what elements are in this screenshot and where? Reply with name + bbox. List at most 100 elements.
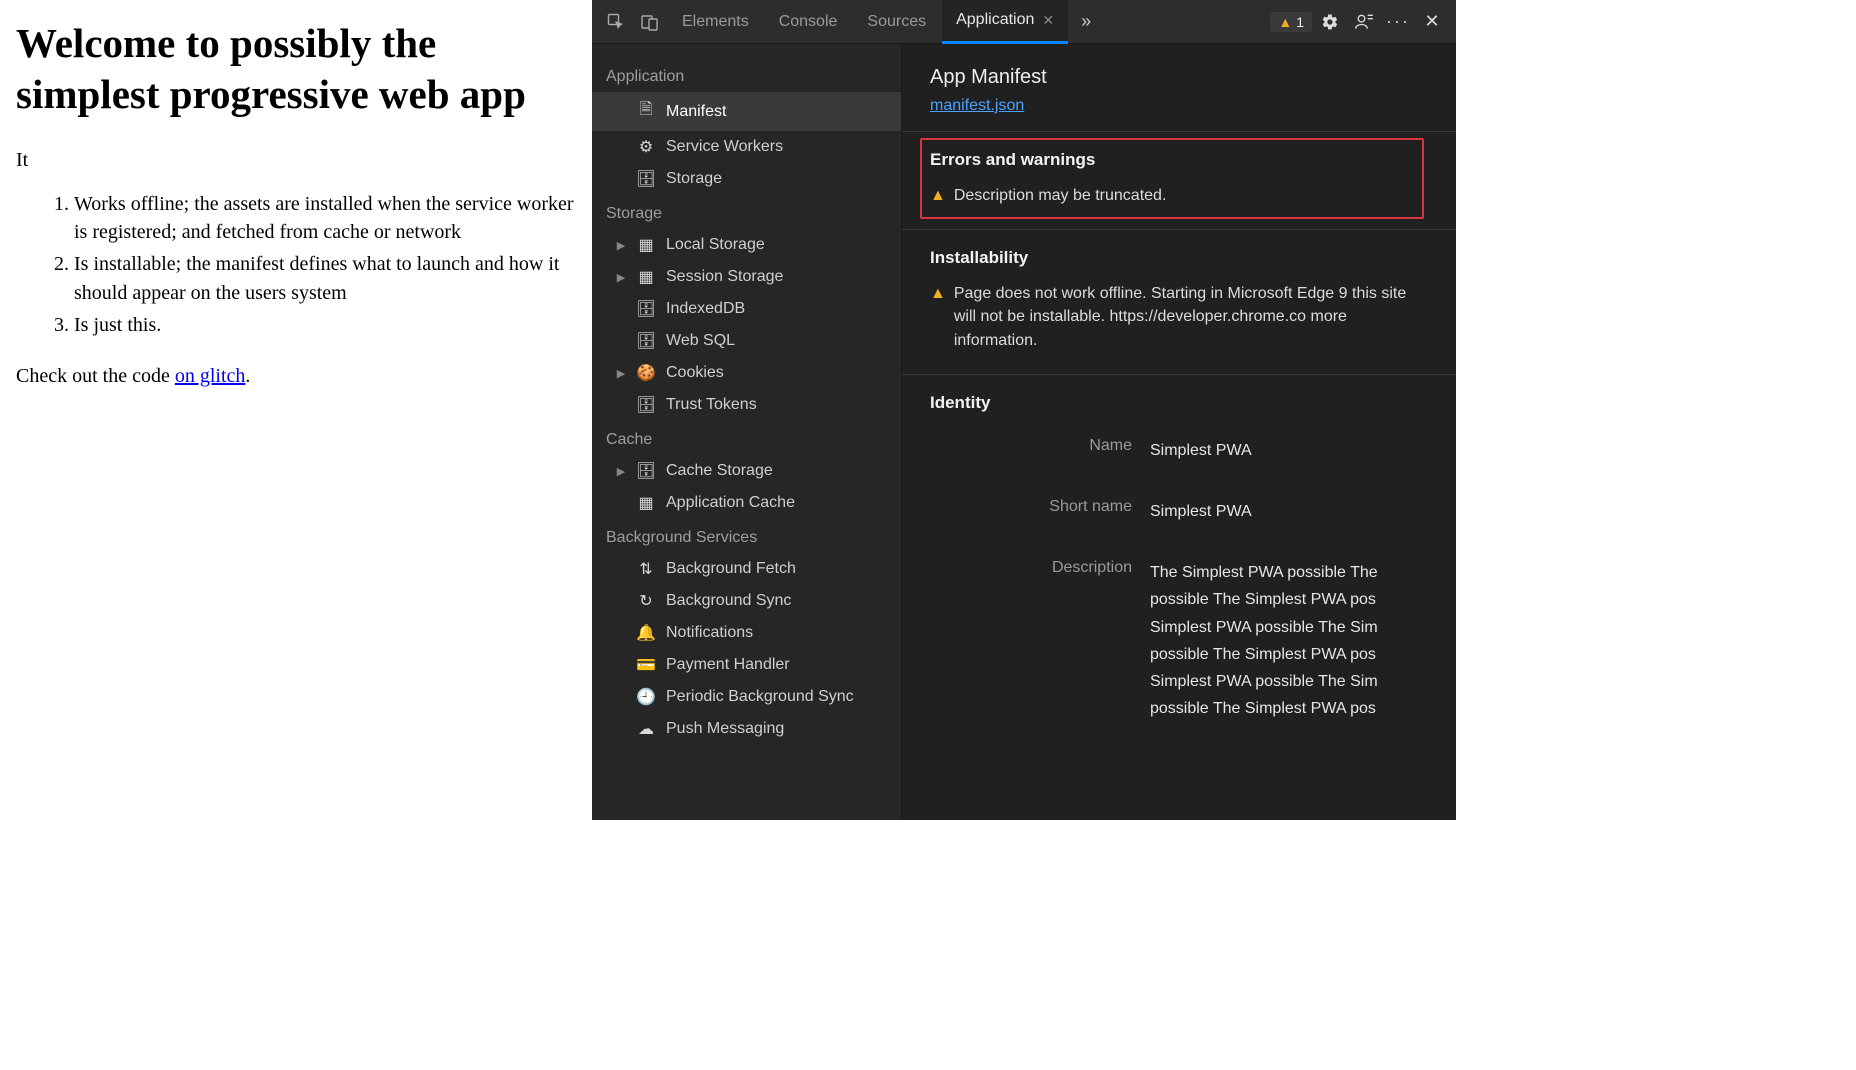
- sidebar-item-notifications[interactable]: 🔔 Notifications: [592, 617, 901, 649]
- section-heading-errors: Errors and warnings: [930, 150, 1428, 170]
- identity-value: Simplest PWA: [1150, 498, 1428, 525]
- cookie-icon: 🍪: [636, 363, 656, 383]
- tab-console[interactable]: Console: [765, 0, 852, 44]
- manifest-detail-pane: App Manifest manifest.json Errors and wa…: [902, 44, 1456, 820]
- sidebar-item-label: Session Storage: [666, 268, 783, 286]
- installability-section: Installability ▲ Page does not work offl…: [902, 229, 1456, 374]
- sidebar-item-label: Service Workers: [666, 138, 783, 156]
- tab-sources[interactable]: Sources: [853, 0, 940, 44]
- sidebar-section-cache: Cache: [592, 421, 901, 455]
- devtools-panel: Elements Console Sources Application ✕ »…: [592, 0, 1456, 820]
- sidebar-item-label: IndexedDB: [666, 300, 745, 318]
- sidebar-item-cookies[interactable]: ▶🍪Cookies: [592, 357, 901, 389]
- issues-count: 1: [1296, 14, 1304, 30]
- sidebar-item-periodic-bg-sync[interactable]: 🕘 Periodic Background Sync: [592, 681, 901, 713]
- close-devtools-icon[interactable]: ✕: [1416, 6, 1448, 38]
- sidebar-item-label: Local Storage: [666, 236, 765, 254]
- transfer-icon: ⇅: [636, 559, 656, 579]
- list-item: Is installable; the manifest defines wha…: [74, 250, 576, 307]
- sidebar-section-application: Application: [592, 58, 901, 92]
- identity-key: Description: [930, 559, 1150, 722]
- chevron-right-icon: ▶: [616, 367, 626, 380]
- sidebar-item-cache-storage[interactable]: ▶ 🗄 Cache Storage: [592, 455, 901, 487]
- tab-elements[interactable]: Elements: [668, 0, 763, 44]
- sidebar-item-label: Periodic Background Sync: [666, 688, 854, 706]
- sidebar-item-label: Notifications: [666, 624, 753, 642]
- warning-message: Description may be truncated.: [954, 184, 1167, 207]
- sidebar-section-storage: Storage: [592, 195, 901, 229]
- sidebar-item-label: Background Sync: [666, 592, 791, 610]
- identity-row-description: Description The Simplest PWA possible Th…: [930, 549, 1428, 746]
- sidebar-item-label: Push Messaging: [666, 720, 784, 738]
- sidebar-item-label: Cache Storage: [666, 462, 773, 480]
- page-footer: Check out the code on glitch.: [16, 365, 576, 388]
- cloud-icon: ☁: [636, 719, 656, 739]
- section-heading-installability: Installability: [930, 248, 1428, 268]
- more-tabs-icon[interactable]: »: [1070, 6, 1102, 38]
- issues-badge[interactable]: ▲ 1: [1270, 12, 1312, 32]
- sidebar-item-websql[interactable]: 🗄 Web SQL: [592, 325, 901, 357]
- close-icon[interactable]: ✕: [1042, 12, 1054, 29]
- identity-row-shortname: Short name Simplest PWA: [930, 488, 1428, 549]
- pane-title: App Manifest: [902, 44, 1456, 97]
- sidebar-item-session-storage[interactable]: ▶ ▦ Session Storage: [592, 261, 901, 293]
- footer-text: Check out the code: [16, 365, 175, 387]
- bell-icon: 🔔: [636, 623, 656, 643]
- identity-row-name: Name Simplest PWA: [930, 427, 1428, 488]
- identity-section: Identity Name Simplest PWA Short name Si…: [902, 374, 1456, 769]
- database-icon: 🗄: [636, 331, 656, 351]
- warning-icon: ▲: [1278, 14, 1292, 30]
- identity-key: Name: [930, 437, 1150, 464]
- sidebar-item-label: Background Fetch: [666, 560, 796, 578]
- sidebar-item-trust-tokens[interactable]: 🗄Trust Tokens: [592, 389, 901, 421]
- warning-icon: ▲: [930, 282, 946, 305]
- chevron-right-icon: ▶: [616, 465, 626, 478]
- application-sidebar: Application 🗎 Manifest ⚙ Service Workers 🗄…: [592, 44, 902, 820]
- database-icon: 🗄: [636, 461, 656, 481]
- sidebar-item-push-messaging[interactable]: ☁ Push Messaging: [592, 713, 901, 745]
- manifest-json-link[interactable]: manifest.json: [930, 97, 1024, 115]
- database-icon: 🗄: [636, 299, 656, 319]
- identity-key: Short name: [930, 498, 1150, 525]
- devtools-tabstrip: Elements Console Sources Application ✕ »…: [592, 0, 1456, 44]
- list-item: Works offline; the assets are installed …: [74, 190, 576, 247]
- sidebar-item-label: Manifest: [666, 103, 726, 121]
- tab-application[interactable]: Application ✕: [942, 0, 1068, 44]
- more-menu-icon[interactable]: ···: [1382, 6, 1414, 38]
- clock-icon: 🕘: [636, 687, 656, 707]
- sidebar-item-application-cache[interactable]: ▦Application Cache: [592, 487, 901, 519]
- sidebar-item-local-storage[interactable]: ▶▦Local Storage: [592, 229, 901, 261]
- sidebar-item-manifest[interactable]: 🗎 Manifest: [592, 92, 901, 131]
- web-page-content: Welcome to possibly the simplest progres…: [0, 0, 592, 820]
- sidebar-item-label: Payment Handler: [666, 656, 790, 674]
- sidebar-item-storage[interactable]: 🗄Storage: [592, 163, 901, 195]
- sidebar-item-background-fetch[interactable]: ⇅ Background Fetch: [592, 553, 901, 585]
- sidebar-item-service-workers[interactable]: ⚙ Service Workers: [592, 131, 901, 163]
- sidebar-section-background-services: Background Services: [592, 519, 901, 553]
- database-icon: 🗄: [636, 395, 656, 415]
- credit-card-icon: 💳: [636, 655, 656, 675]
- document-icon: 🗎: [636, 98, 656, 125]
- list-item: Is just this.: [74, 311, 576, 339]
- inspect-element-icon[interactable]: [600, 6, 632, 38]
- grid-icon: ▦: [636, 267, 656, 287]
- sidebar-item-label: Web SQL: [666, 332, 735, 350]
- sidebar-item-indexeddb[interactable]: 🗄 IndexedDB: [592, 293, 901, 325]
- chevron-right-icon: ▶: [616, 271, 626, 284]
- glitch-link[interactable]: on glitch: [175, 365, 246, 387]
- installability-message: Page does not work offline. Starting in …: [954, 282, 1428, 352]
- device-toolbar-icon[interactable]: [634, 6, 666, 38]
- section-heading-identity: Identity: [930, 393, 1428, 413]
- gear-icon: ⚙: [636, 137, 656, 157]
- identity-value: Simplest PWA: [1150, 437, 1428, 464]
- sidebar-item-background-sync[interactable]: ↻Background Sync: [592, 585, 901, 617]
- feedback-icon[interactable]: [1348, 6, 1380, 38]
- tab-label: Application: [956, 11, 1034, 29]
- page-feature-list: Works offline; the assets are installed …: [16, 190, 576, 340]
- grid-icon: ▦: [636, 493, 656, 513]
- sidebar-item-label: Storage: [666, 170, 722, 188]
- chevron-right-icon: ▶: [616, 239, 626, 252]
- sidebar-item-payment-handler[interactable]: 💳 Payment Handler: [592, 649, 901, 681]
- page-heading: Welcome to possibly the simplest progres…: [16, 18, 576, 121]
- settings-icon[interactable]: [1314, 6, 1346, 38]
